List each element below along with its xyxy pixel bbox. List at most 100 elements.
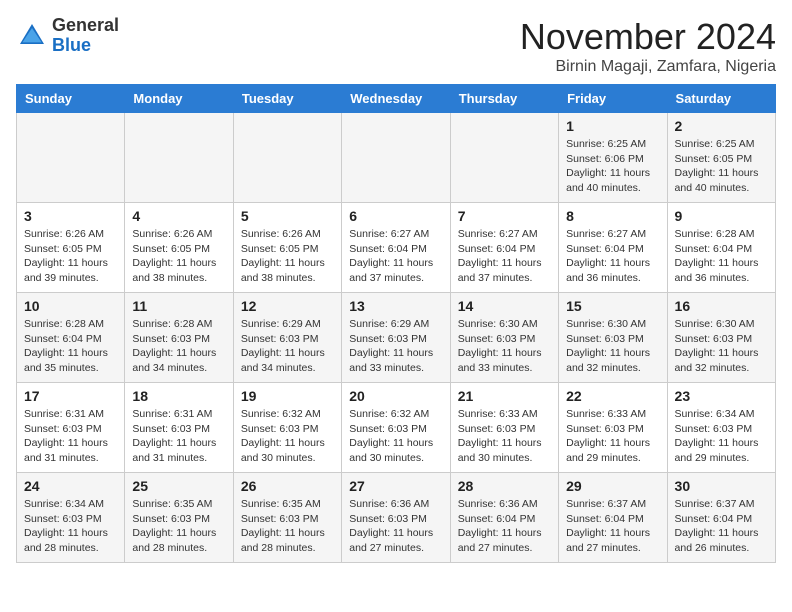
calendar-body: 1 Sunrise: 6:25 AM Sunset: 6:06 PM Daylig…	[17, 113, 776, 563]
cell-info: Sunrise: 6:32 AM Sunset: 6:03 PM Dayligh…	[241, 407, 334, 466]
cell-info: Sunrise: 6:25 AM Sunset: 6:05 PM Dayligh…	[675, 137, 768, 196]
calendar-cell: 28 Sunrise: 6:36 AM Sunset: 6:04 PM Dayli…	[450, 473, 558, 563]
calendar-cell: 7 Sunrise: 6:27 AM Sunset: 6:04 PM Daylig…	[450, 203, 558, 293]
calendar-cell: 4Sunrise: 6:26 AM Sunset: 6:05 PM Daylig…	[125, 203, 233, 293]
calendar-cell: 25 Sunrise: 6:35 AM Sunset: 6:03 PM Dayli…	[125, 473, 233, 563]
day-number: 4	[132, 208, 225, 224]
calendar-cell	[233, 113, 341, 203]
day-number: 18	[132, 388, 225, 404]
header-day-wednesday: Wednesday	[342, 85, 450, 113]
day-number: 12	[241, 298, 334, 314]
calendar-cell: 27 Sunrise: 6:36 AM Sunset: 6:03 PM Dayli…	[342, 473, 450, 563]
calendar-cell: 11 Sunrise: 6:28 AM Sunset: 6:03 PM Dayli…	[125, 293, 233, 383]
logo-text: General Blue	[52, 16, 119, 56]
cell-info: Sunrise: 6:26 AM Sunset: 6:05 PM Dayligh…	[24, 227, 117, 286]
calendar-cell: 8Sunrise: 6:27 AM Sunset: 6:04 PM Daylig…	[559, 203, 667, 293]
cell-info: Sunrise: 6:34 AM Sunset: 6:03 PM Dayligh…	[24, 497, 117, 556]
day-number: 9	[675, 208, 768, 224]
cell-info: Sunrise: 6:33 AM Sunset: 6:03 PM Dayligh…	[458, 407, 551, 466]
day-number: 28	[458, 478, 551, 494]
page-header: General Blue November 2024 Birnin Magaji…	[16, 16, 776, 76]
day-number: 10	[24, 298, 117, 314]
calendar-cell: 29Sunrise: 6:37 AM Sunset: 6:04 PM Dayli…	[559, 473, 667, 563]
calendar-cell: 6 Sunrise: 6:27 AM Sunset: 6:04 PM Daylig…	[342, 203, 450, 293]
calendar-header: SundayMondayTuesdayWednesdayThursdayFrid…	[17, 85, 776, 113]
calendar-cell: 24 Sunrise: 6:34 AM Sunset: 6:03 PM Dayli…	[17, 473, 125, 563]
header-day-thursday: Thursday	[450, 85, 558, 113]
cell-info: Sunrise: 6:31 AM Sunset: 6:03 PM Dayligh…	[132, 407, 225, 466]
day-number: 30	[675, 478, 768, 494]
day-number: 20	[349, 388, 442, 404]
cell-info: Sunrise: 6:37 AM Sunset: 6:04 PM Dayligh…	[675, 497, 768, 556]
calendar-cell: 5Sunrise: 6:26 AM Sunset: 6:05 PM Daylig…	[233, 203, 341, 293]
day-number: 5	[241, 208, 334, 224]
cell-info: Sunrise: 6:37 AM Sunset: 6:04 PM Dayligh…	[566, 497, 659, 556]
calendar-cell: 23 Sunrise: 6:34 AM Sunset: 6:03 PM Dayli…	[667, 383, 775, 473]
cell-info: Sunrise: 6:34 AM Sunset: 6:03 PM Dayligh…	[675, 407, 768, 466]
calendar-cell: 20Sunrise: 6:32 AM Sunset: 6:03 PM Dayli…	[342, 383, 450, 473]
day-number: 22	[566, 388, 659, 404]
calendar-cell: 12 Sunrise: 6:29 AM Sunset: 6:03 PM Dayli…	[233, 293, 341, 383]
logo: General Blue	[16, 16, 119, 56]
calendar-week-3: 10 Sunrise: 6:28 AM Sunset: 6:04 PM Dayli…	[17, 293, 776, 383]
day-number: 14	[458, 298, 551, 314]
cell-info: Sunrise: 6:28 AM Sunset: 6:03 PM Dayligh…	[132, 317, 225, 376]
logo-icon	[16, 20, 48, 52]
cell-info: Sunrise: 6:31 AM Sunset: 6:03 PM Dayligh…	[24, 407, 117, 466]
cell-info: Sunrise: 6:28 AM Sunset: 6:04 PM Dayligh…	[675, 227, 768, 286]
day-number: 15	[566, 298, 659, 314]
day-number: 24	[24, 478, 117, 494]
day-number: 16	[675, 298, 768, 314]
day-number: 2	[675, 118, 768, 134]
header-day-tuesday: Tuesday	[233, 85, 341, 113]
calendar-cell: 17 Sunrise: 6:31 AM Sunset: 6:03 PM Dayli…	[17, 383, 125, 473]
calendar-cell	[125, 113, 233, 203]
cell-info: Sunrise: 6:35 AM Sunset: 6:03 PM Dayligh…	[132, 497, 225, 556]
cell-info: Sunrise: 6:27 AM Sunset: 6:04 PM Dayligh…	[458, 227, 551, 286]
calendar-cell: 14 Sunrise: 6:30 AM Sunset: 6:03 PM Dayli…	[450, 293, 558, 383]
cell-info: Sunrise: 6:36 AM Sunset: 6:04 PM Dayligh…	[458, 497, 551, 556]
calendar-cell: 3 Sunrise: 6:26 AM Sunset: 6:05 PM Daylig…	[17, 203, 125, 293]
title-block: November 2024 Birnin Magaji, Zamfara, Ni…	[520, 16, 776, 76]
calendar-cell: 22 Sunrise: 6:33 AM Sunset: 6:03 PM Dayli…	[559, 383, 667, 473]
day-number: 7	[458, 208, 551, 224]
calendar-cell: 13 Sunrise: 6:29 AM Sunset: 6:03 PM Dayli…	[342, 293, 450, 383]
month-title: November 2024	[520, 16, 776, 58]
day-number: 27	[349, 478, 442, 494]
cell-info: Sunrise: 6:29 AM Sunset: 6:03 PM Dayligh…	[241, 317, 334, 376]
location-subtitle: Birnin Magaji, Zamfara, Nigeria	[520, 58, 776, 76]
calendar-cell: 15 Sunrise: 6:30 AM Sunset: 6:03 PM Dayli…	[559, 293, 667, 383]
day-number: 1	[566, 118, 659, 134]
day-number: 3	[24, 208, 117, 224]
cell-info: Sunrise: 6:33 AM Sunset: 6:03 PM Dayligh…	[566, 407, 659, 466]
day-number: 25	[132, 478, 225, 494]
cell-info: Sunrise: 6:27 AM Sunset: 6:04 PM Dayligh…	[349, 227, 442, 286]
cell-info: Sunrise: 6:29 AM Sunset: 6:03 PM Dayligh…	[349, 317, 442, 376]
logo-general: General	[52, 15, 119, 35]
day-number: 21	[458, 388, 551, 404]
day-number: 19	[241, 388, 334, 404]
cell-info: Sunrise: 6:27 AM Sunset: 6:04 PM Dayligh…	[566, 227, 659, 286]
day-number: 6	[349, 208, 442, 224]
day-number: 23	[675, 388, 768, 404]
cell-info: Sunrise: 6:28 AM Sunset: 6:04 PM Dayligh…	[24, 317, 117, 376]
day-number: 13	[349, 298, 442, 314]
cell-info: Sunrise: 6:30 AM Sunset: 6:03 PM Dayligh…	[675, 317, 768, 376]
day-number: 26	[241, 478, 334, 494]
calendar-cell: 16 Sunrise: 6:30 AM Sunset: 6:03 PM Dayli…	[667, 293, 775, 383]
calendar-cell: 21 Sunrise: 6:33 AM Sunset: 6:03 PM Dayli…	[450, 383, 558, 473]
day-number: 17	[24, 388, 117, 404]
cell-info: Sunrise: 6:30 AM Sunset: 6:03 PM Dayligh…	[458, 317, 551, 376]
calendar-cell	[342, 113, 450, 203]
calendar-week-4: 17 Sunrise: 6:31 AM Sunset: 6:03 PM Dayli…	[17, 383, 776, 473]
cell-info: Sunrise: 6:30 AM Sunset: 6:03 PM Dayligh…	[566, 317, 659, 376]
calendar-cell: 30 Sunrise: 6:37 AM Sunset: 6:04 PM Dayli…	[667, 473, 775, 563]
calendar-cell: 10 Sunrise: 6:28 AM Sunset: 6:04 PM Dayli…	[17, 293, 125, 383]
cell-info: Sunrise: 6:25 AM Sunset: 6:06 PM Dayligh…	[566, 137, 659, 196]
header-day-friday: Friday	[559, 85, 667, 113]
calendar-cell: 9 Sunrise: 6:28 AM Sunset: 6:04 PM Daylig…	[667, 203, 775, 293]
cell-info: Sunrise: 6:36 AM Sunset: 6:03 PM Dayligh…	[349, 497, 442, 556]
day-number: 11	[132, 298, 225, 314]
calendar-week-2: 3 Sunrise: 6:26 AM Sunset: 6:05 PM Daylig…	[17, 203, 776, 293]
header-day-saturday: Saturday	[667, 85, 775, 113]
